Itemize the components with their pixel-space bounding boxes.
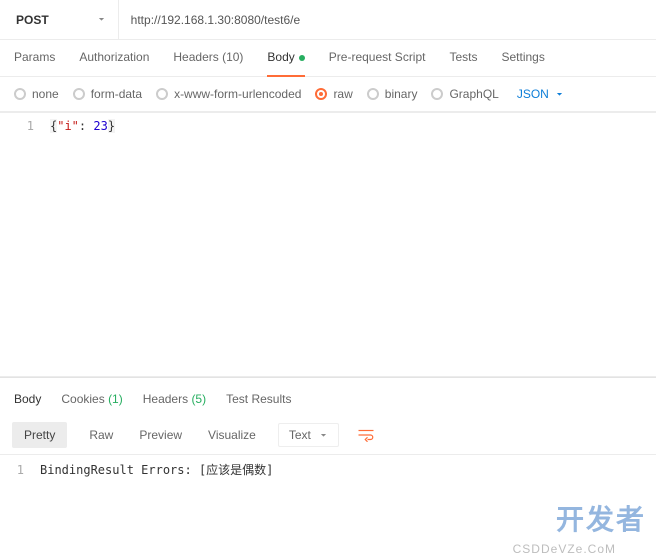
editor-code[interactable]: {"i": 23} (44, 113, 656, 376)
json-value: 23 (93, 119, 107, 133)
tab-settings[interactable]: Settings (502, 50, 545, 66)
line-number: 1 (4, 461, 24, 479)
request-tabs: Params Authorization Headers (10) Body P… (0, 40, 656, 77)
radio-icon (315, 88, 327, 100)
body-format-label: JSON (517, 87, 549, 101)
tab-body[interactable]: Body (267, 50, 304, 66)
method-label: POST (16, 13, 49, 27)
brace-close: } (108, 119, 115, 133)
rtab-cookies[interactable]: Cookies (1) (61, 392, 122, 406)
response-body: 1 BindingResult Errors: [应该是偶数] (0, 454, 656, 495)
response-text[interactable]: BindingResult Errors: [应该是偶数] (34, 455, 656, 485)
response-tabs: Body Cookies (1) Headers (5) Test Result… (0, 378, 656, 416)
url-input[interactable]: http://192.168.1.30:8080/test6/e (119, 13, 652, 27)
rtab-headers[interactable]: Headers (5) (143, 392, 206, 406)
raw-button[interactable]: Raw (85, 422, 117, 448)
pretty-button[interactable]: Pretty (12, 422, 67, 448)
radio-none-label: none (32, 87, 59, 101)
request-body-editor[interactable]: 1 {"i": 23} (0, 112, 656, 377)
radio-raw[interactable]: raw (315, 87, 352, 101)
radio-raw-label: raw (333, 87, 352, 101)
rtab-cookies-count: (1) (108, 392, 123, 406)
radio-binary[interactable]: binary (367, 87, 418, 101)
radio-binary-label: binary (385, 87, 418, 101)
rtab-test-results[interactable]: Test Results (226, 392, 291, 406)
radio-icon (14, 88, 26, 100)
watermark-csdn: CSDDeVZe.CoM (513, 542, 616, 556)
tab-tests[interactable]: Tests (449, 50, 477, 66)
radio-none[interactable]: none (14, 87, 59, 101)
line-wrap-icon[interactable] (357, 428, 375, 442)
radio-urlencoded[interactable]: x-www-form-urlencoded (156, 87, 301, 101)
tab-body-label: Body (267, 50, 294, 64)
watermark-brand: 开发者 (556, 498, 646, 538)
chevron-down-icon (97, 15, 106, 24)
radio-formdata-label: form-data (91, 87, 142, 101)
radio-icon (431, 88, 443, 100)
tab-params[interactable]: Params (14, 50, 55, 66)
response-format-label: Text (289, 428, 311, 442)
response-toolbar: Pretty Raw Preview Visualize Text (0, 416, 656, 454)
radio-icon (73, 88, 85, 100)
tab-authorization[interactable]: Authorization (79, 50, 149, 66)
response-gutter: 1 (0, 455, 34, 485)
rtab-body[interactable]: Body (14, 392, 41, 406)
request-top-bar: POST http://192.168.1.30:8080/test6/e (0, 0, 656, 40)
colon: : (79, 119, 93, 133)
chevron-down-icon (319, 431, 328, 440)
tab-headers[interactable]: Headers (10) (173, 50, 243, 66)
rtab-headers-label: Headers (143, 392, 188, 406)
tab-prerequest[interactable]: Pre-request Script (329, 50, 426, 66)
line-number: 1 (4, 117, 34, 135)
radio-icon (367, 88, 379, 100)
radio-graphql-label: GraphQL (449, 87, 498, 101)
body-format-select[interactable]: JSON (517, 87, 564, 101)
radio-formdata[interactable]: form-data (73, 87, 142, 101)
method-select[interactable]: POST (4, 0, 119, 39)
body-active-dot-icon (299, 55, 305, 61)
editor-gutter: 1 (0, 113, 44, 376)
response-format-select[interactable]: Text (278, 423, 339, 447)
rtab-headers-count: (5) (191, 392, 206, 406)
body-type-row: none form-data x-www-form-urlencoded raw… (0, 77, 656, 112)
rtab-cookies-label: Cookies (61, 392, 104, 406)
json-key: "i" (57, 119, 79, 133)
radio-urlencoded-label: x-www-form-urlencoded (174, 87, 301, 101)
chevron-down-icon (555, 90, 564, 99)
radio-icon (156, 88, 168, 100)
preview-button[interactable]: Preview (135, 422, 186, 448)
visualize-button[interactable]: Visualize (204, 422, 260, 448)
radio-graphql[interactable]: GraphQL (431, 87, 498, 101)
